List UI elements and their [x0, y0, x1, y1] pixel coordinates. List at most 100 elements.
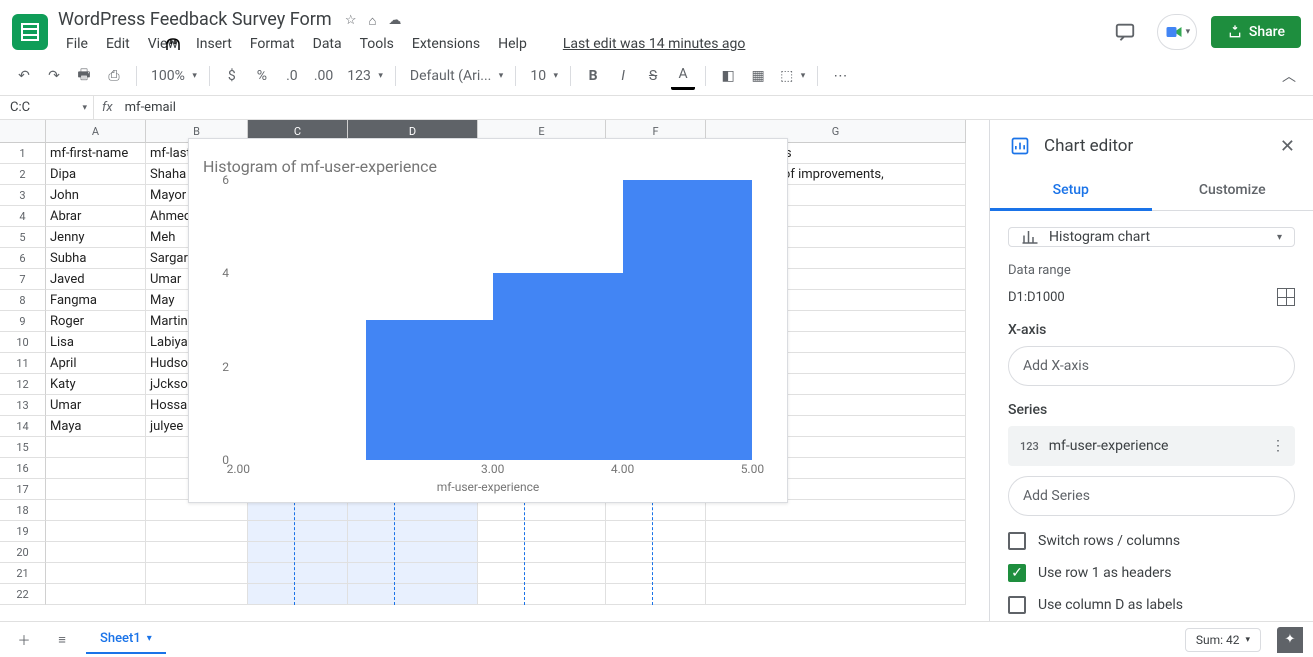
cell[interactable]: Roger [46, 311, 146, 332]
row-header[interactable]: 15 [0, 437, 46, 458]
cell[interactable] [606, 500, 706, 521]
cell[interactable]: Umar [46, 395, 146, 416]
cell[interactable] [706, 521, 966, 542]
series-item[interactable]: 123 mf-user-experience ⋮ [1008, 426, 1295, 466]
cell[interactable] [706, 542, 966, 563]
cell[interactable] [248, 521, 348, 542]
explore-button[interactable]: ✦ [1277, 627, 1303, 653]
more-formats-dropdown[interactable]: 123 [343, 62, 385, 90]
cell[interactable] [606, 521, 706, 542]
cell[interactable] [478, 563, 606, 584]
menu-format[interactable]: Format [242, 32, 303, 56]
cell[interactable] [606, 542, 706, 563]
cell[interactable]: Maya [46, 416, 146, 437]
cell[interactable] [46, 479, 146, 500]
row-header[interactable]: 20 [0, 542, 46, 563]
cloud-icon[interactable]: ☁ [388, 13, 401, 29]
chart-overlay[interactable]: Histogram of mf-user-experience 0246 2.0… [188, 138, 788, 503]
strikethrough-button[interactable]: S [641, 62, 665, 90]
cell[interactable] [46, 500, 146, 521]
row-header[interactable]: 11 [0, 353, 46, 374]
cell[interactable] [248, 563, 348, 584]
row-header[interactable]: 1 [0, 143, 46, 164]
add-sheet-button[interactable]: ＋ [10, 626, 38, 654]
comment-history-icon[interactable] [1107, 14, 1143, 50]
cell[interactable] [46, 458, 146, 479]
cell[interactable]: Javed [46, 269, 146, 290]
cell[interactable] [606, 563, 706, 584]
col-d-labels-checkbox[interactable]: Use column D as labels [1008, 596, 1295, 614]
borders-button[interactable]: ▦ [746, 62, 770, 90]
meet-button[interactable]: ▾ [1157, 14, 1197, 50]
collapse-toolbar-button[interactable]: ︿ [1277, 62, 1301, 90]
row-header[interactable]: 3 [0, 185, 46, 206]
cell[interactable] [348, 584, 478, 605]
last-edit-link[interactable]: Last edit was 14 minutes ago [555, 32, 754, 56]
row-header[interactable]: 4 [0, 206, 46, 227]
quicksum-dropdown[interactable]: Sum: 42▾ [1185, 628, 1261, 652]
paint-format-button[interactable]: ⎙ [102, 62, 126, 90]
menu-edit[interactable]: Edit [98, 32, 138, 56]
cell[interactable]: Katy [46, 374, 146, 395]
undo-button[interactable]: ↶ [12, 62, 36, 90]
decrease-decimal-button[interactable]: .0 [280, 62, 304, 90]
cell[interactable] [348, 521, 478, 542]
cell[interactable]: Lisa [46, 332, 146, 353]
cell[interactable] [478, 542, 606, 563]
col-header-a[interactable]: A [46, 120, 146, 143]
cell[interactable] [348, 563, 478, 584]
row-header[interactable]: 18 [0, 500, 46, 521]
cell[interactable]: Fangma [46, 290, 146, 311]
cell[interactable] [146, 500, 248, 521]
row-header[interactable]: 10 [0, 332, 46, 353]
format-percent-button[interactable]: % [250, 62, 274, 90]
menu-help[interactable]: Help [490, 32, 535, 56]
star-icon[interactable]: ☆ [345, 13, 357, 29]
row-header[interactable]: 2 [0, 164, 46, 185]
row-header[interactable]: 17 [0, 479, 46, 500]
text-color-button[interactable]: A [671, 62, 695, 90]
format-currency-button[interactable]: $ [220, 62, 244, 90]
row-header[interactable]: 12 [0, 374, 46, 395]
cell[interactable] [348, 542, 478, 563]
share-button[interactable]: Share [1211, 16, 1301, 48]
move-icon[interactable]: ⌂ [369, 13, 377, 29]
switch-rows-cols-checkbox[interactable]: Switch rows / columns [1008, 532, 1295, 550]
cell[interactable]: Subha [46, 248, 146, 269]
cell[interactable] [46, 521, 146, 542]
menu-tools[interactable]: Tools [352, 32, 402, 56]
panel-close-button[interactable]: ✕ [1280, 136, 1295, 157]
cell[interactable] [478, 584, 606, 605]
font-size-dropdown[interactable]: 10 [526, 62, 560, 90]
cell[interactable] [146, 542, 248, 563]
redo-button[interactable]: ↷ [42, 62, 66, 90]
select-all-corner[interactable] [0, 120, 46, 143]
merge-button[interactable]: ⬚ [776, 62, 807, 90]
print-button[interactable]: 🖶 [72, 62, 96, 90]
cell[interactable] [248, 500, 348, 521]
row-header[interactable]: 8 [0, 290, 46, 311]
tab-customize[interactable]: Customize [1152, 172, 1313, 211]
row-header[interactable]: 13 [0, 395, 46, 416]
series-more-icon[interactable]: ⋮ [1271, 438, 1285, 454]
cell[interactable]: Jenny [46, 227, 146, 248]
cell[interactable] [248, 584, 348, 605]
bold-button[interactable]: B [581, 62, 605, 90]
row1-headers-checkbox[interactable]: ✓Use row 1 as headers [1008, 564, 1295, 582]
cell[interactable] [46, 437, 146, 458]
menu-data[interactable]: Data [305, 32, 350, 56]
sheet-tab-1[interactable]: Sheet1▾ [86, 625, 166, 654]
cell[interactable]: John [46, 185, 146, 206]
cell[interactable]: mf-first-name [46, 143, 146, 164]
formula-input[interactable]: mf-email [121, 100, 1313, 115]
fill-color-button[interactable]: ◧ [716, 62, 740, 90]
cell[interactable] [46, 563, 146, 584]
cell[interactable] [146, 563, 248, 584]
doc-title-input[interactable]: WordPress Feedback Survey Form [58, 9, 332, 30]
cell[interactable]: Dipa [46, 164, 146, 185]
increase-decimal-button[interactable]: .00 [310, 62, 337, 90]
cell[interactable] [706, 563, 966, 584]
cell[interactable] [348, 500, 478, 521]
chart-type-dropdown[interactable]: Histogram chart [1008, 227, 1295, 247]
cell[interactable] [478, 500, 606, 521]
